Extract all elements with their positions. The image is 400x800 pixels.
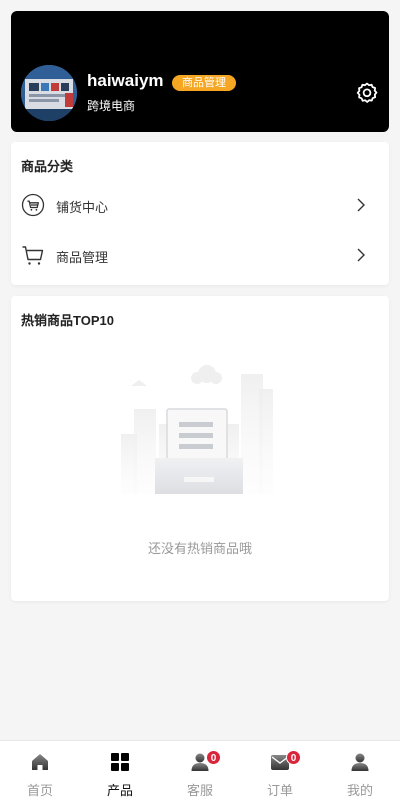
avatar-image: [21, 65, 77, 121]
user-icon: [351, 753, 369, 771]
chevron-right-icon: [357, 248, 365, 262]
tab-label: 订单: [266, 783, 293, 798]
hot-products-card: 热销商品TOP10 还没有热销商品哦: [11, 296, 389, 601]
cart-circle-icon: [21, 193, 45, 217]
menu-item-distribution-center[interactable]: 铺货中心: [11, 180, 389, 230]
tab-customer-service[interactable]: 0 客服: [160, 741, 240, 800]
tab-bar: 首页 产品 0 客服 0 订单 我的: [0, 740, 400, 800]
avatar[interactable]: [21, 65, 77, 121]
tab-home[interactable]: 首页: [0, 741, 80, 800]
menu-item-label: 商品管理: [56, 250, 109, 265]
profile-card: haiwaiym 商品管理 跨境电商: [11, 11, 389, 132]
category-card: 商品分类 铺货中心 商品管理: [11, 142, 389, 285]
role-badge: 商品管理: [172, 75, 236, 91]
menu-item-product-management[interactable]: 商品管理: [11, 230, 389, 280]
category-title: 商品分类: [21, 159, 74, 174]
tab-label: 首页: [26, 783, 53, 798]
username: haiwaiym: [87, 71, 164, 90]
home-icon: [32, 754, 48, 770]
tab-orders[interactable]: 0 订单: [240, 741, 320, 800]
tab-label: 我的: [346, 783, 373, 798]
settings-gear-icon[interactable]: [355, 81, 379, 105]
tab-mine[interactable]: 我的: [320, 741, 400, 800]
hot-products-title: 热销商品TOP10: [21, 313, 114, 328]
empty-state-text: 还没有热销商品哦: [147, 541, 252, 556]
notification-badge: 0: [286, 750, 301, 765]
notification-badge: 0: [206, 750, 221, 765]
chevron-right-icon: [357, 198, 365, 212]
tab-label: 产品: [106, 783, 133, 798]
company-name: 跨境电商: [87, 99, 136, 113]
shopping-cart-icon: [22, 246, 44, 265]
menu-item-label: 铺货中心: [56, 200, 109, 215]
tab-products[interactable]: 产品: [80, 741, 160, 800]
empty-state-illustration: [121, 365, 273, 494]
tab-label: 客服: [186, 783, 213, 798]
grid-icon: [111, 753, 129, 771]
